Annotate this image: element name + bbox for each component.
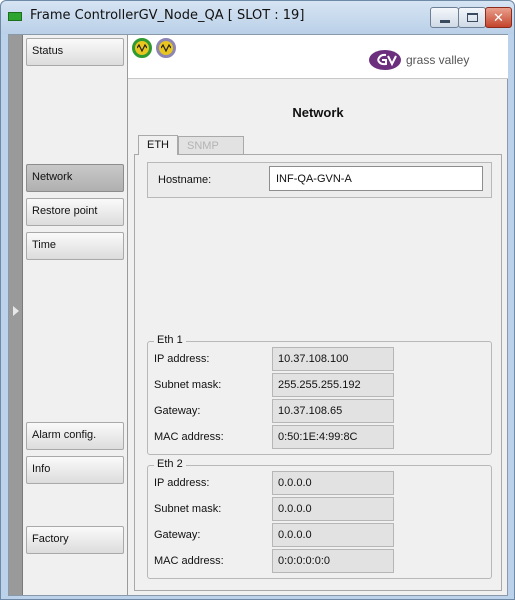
eth1-mac-label: MAC address: [154, 431, 224, 443]
eth2-mac-value: 0:0:0:0:0:0 [272, 549, 394, 573]
maximize-icon [467, 13, 478, 22]
minimize-button[interactable] [430, 7, 459, 28]
tab-eth[interactable]: ETH [138, 135, 178, 155]
grass-valley-logo: grass valley [368, 48, 488, 74]
window-title: Frame ControllerGV_Node_QA [ SLOT : 19] [30, 8, 305, 23]
eth2-title: Eth 2 [154, 458, 186, 470]
eth2-ip-value: 0.0.0.0 [272, 471, 394, 495]
eth2-ip-row: IP address: 0.0.0.0 [148, 471, 493, 496]
eth1-mac-value: 0:50:1E:4:99:8C [272, 425, 394, 449]
status-ok-icon[interactable] [132, 38, 152, 58]
sidebar-item-factory[interactable]: Factory [26, 526, 124, 554]
gv-logo-mark-icon [369, 50, 401, 70]
eth1-ip-label: IP address: [154, 353, 210, 365]
app-window: Frame ControllerGV_Node_QA [ SLOT : 19] … [0, 0, 515, 600]
maximize-button[interactable] [458, 7, 486, 28]
eth2-gateway-row: Gateway: 0.0.0.0 [148, 523, 493, 548]
logo-text: grass valley [406, 53, 470, 67]
sidebar-item-alarm-config[interactable]: Alarm config. [26, 422, 124, 450]
sidebar-item-time[interactable]: Time [26, 232, 124, 260]
eth1-subnet-row: Subnet mask: 255.255.255.192 [148, 373, 493, 398]
hostname-label: Hostname: [158, 174, 212, 186]
close-icon: ✕ [493, 10, 504, 25]
sidebar-item-network[interactable]: Network [26, 164, 124, 192]
title-bar[interactable]: Frame ControllerGV_Node_QA [ SLOT : 19] … [1, 1, 514, 34]
status-secondary-icon[interactable] [156, 38, 176, 58]
sidebar-item-info[interactable]: Info [26, 456, 124, 484]
page-title: Network [292, 105, 344, 120]
eth1-mac-row: MAC address: 0:50:1E:4:99:8C [148, 425, 493, 450]
main-panel: grass valley Network ETH SNMP Hostname: … [127, 35, 508, 595]
eth2-group: Eth 2 IP address: 0.0.0.0 Subnet mask: 0… [147, 458, 493, 579]
eth1-gateway-value: 10.37.108.65 [272, 399, 394, 423]
hostname-input[interactable]: INF-QA-GVN-A [269, 166, 483, 191]
minimize-icon [440, 20, 450, 23]
eth1-gateway-label: Gateway: [154, 405, 201, 417]
sidebar-item-restore-point[interactable]: Restore point [26, 198, 124, 226]
eth1-title: Eth 1 [154, 334, 186, 346]
tab-snmp[interactable]: SNMP [178, 136, 244, 154]
sidebar-collapse-strip[interactable] [9, 35, 23, 595]
eth2-gateway-label: Gateway: [154, 529, 201, 541]
eth2-ip-label: IP address: [154, 477, 210, 489]
eth1-subnet-value: 255.255.255.192 [272, 373, 394, 397]
eth2-gateway-value: 0.0.0.0 [272, 523, 394, 547]
sidebar-item-status[interactable]: Status [26, 38, 124, 66]
eth2-subnet-row: Subnet mask: 0.0.0.0 [148, 497, 493, 522]
eth2-mac-label: MAC address: [154, 555, 224, 567]
close-button[interactable]: ✕ [485, 7, 512, 28]
header-band: grass valley [128, 35, 508, 79]
hostname-box: Hostname: INF-QA-GVN-A [147, 162, 492, 198]
eth2-subnet-value: 0.0.0.0 [272, 497, 394, 521]
expand-arrow-icon[interactable] [13, 306, 19, 316]
eth-tab-panel: Hostname: INF-QA-GVN-A Eth 1 IP address:… [134, 154, 502, 591]
sidebar-nav: Status Network Restore point Time Alarm … [23, 35, 126, 595]
app-icon [8, 12, 22, 21]
eth1-group: Eth 1 IP address: 10.37.108.100 Subnet m… [147, 334, 493, 455]
eth1-ip-value: 10.37.108.100 [272, 347, 394, 371]
client-area: Status Network Restore point Time Alarm … [8, 34, 508, 596]
eth1-gateway-row: Gateway: 10.37.108.65 [148, 399, 493, 424]
eth1-subnet-label: Subnet mask: [154, 379, 222, 391]
eth2-mac-row: MAC address: 0:0:0:0:0:0 [148, 549, 493, 574]
eth2-subnet-label: Subnet mask: [154, 503, 222, 515]
eth1-ip-row: IP address: 10.37.108.100 [148, 347, 493, 372]
